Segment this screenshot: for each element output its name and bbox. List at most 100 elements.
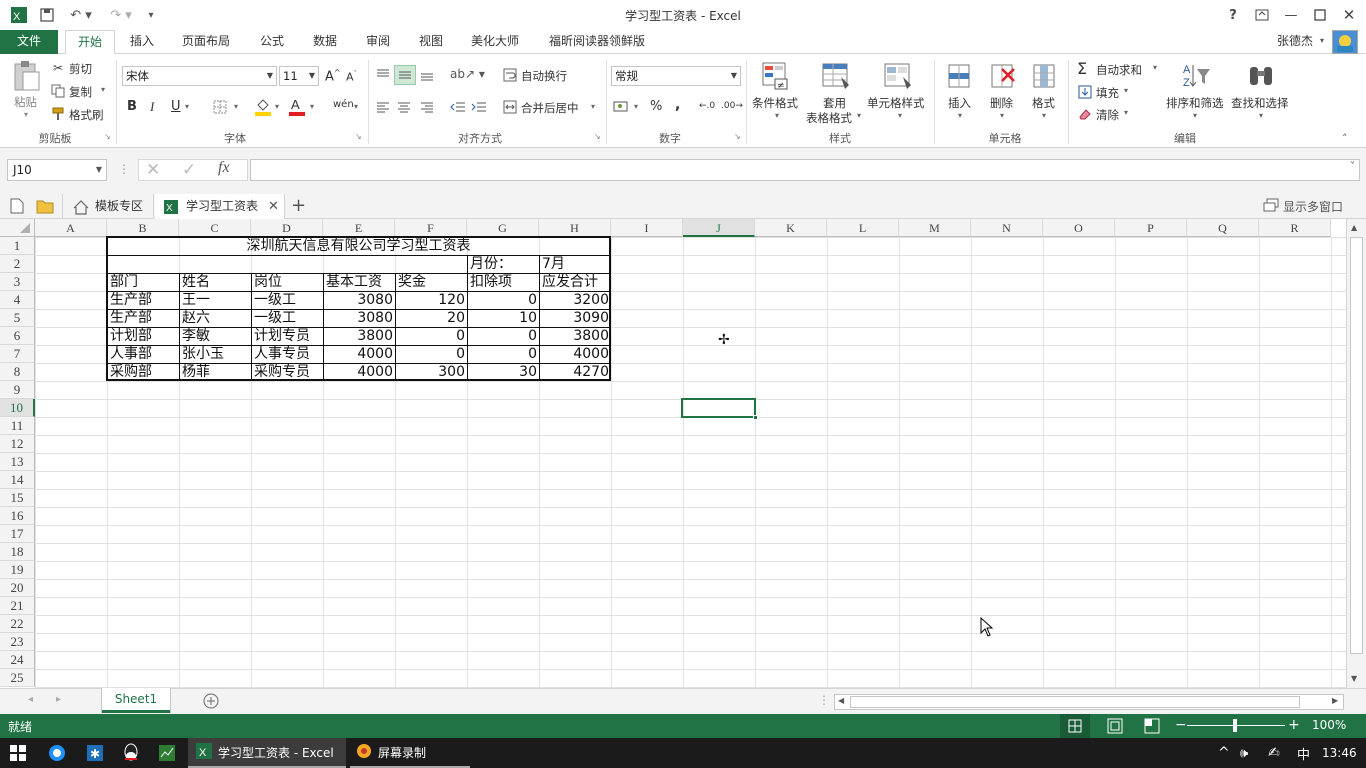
align-left-icon[interactable]: [375, 98, 391, 116]
row-header-25[interactable]: 25: [0, 669, 35, 687]
cell-styles-icon[interactable]: [882, 60, 914, 92]
align-bottom-icon[interactable]: [419, 66, 435, 84]
row-header-21[interactable]: 21: [0, 597, 35, 615]
column-header-e[interactable]: E: [323, 219, 395, 237]
fill-dropdown-icon[interactable]: ▾: [1124, 86, 1128, 95]
delete-cells-button[interactable]: 删除: [990, 95, 1013, 111]
row-header-6[interactable]: 6: [0, 327, 35, 345]
select-all-corner[interactable]: [0, 219, 35, 237]
borders-icon[interactable]: [212, 99, 228, 115]
row-header-20[interactable]: 20: [0, 579, 35, 597]
tab-view[interactable]: 视图: [411, 30, 451, 54]
next-sheet-icon[interactable]: ▸: [56, 694, 61, 705]
merge-center-button[interactable]: 合并后居中: [521, 100, 579, 116]
conditional-format-dropdown-icon[interactable]: ▾: [775, 111, 779, 120]
add-sheet-icon[interactable]: [203, 693, 219, 712]
tab-current-workbook[interactable]: X 学习型工资表 ✕: [155, 194, 285, 219]
accounting-dropdown-icon[interactable]: ▾: [634, 102, 638, 111]
row-header-2[interactable]: 2: [0, 255, 35, 273]
sort-filter-dropdown-icon[interactable]: ▾: [1193, 111, 1197, 120]
row-header-15[interactable]: 15: [0, 489, 35, 507]
fill-down-icon[interactable]: [1077, 84, 1093, 100]
align-middle-icon[interactable]: [394, 65, 416, 85]
phonetic-dropdown-icon[interactable]: ▾: [354, 102, 358, 111]
vertical-scroll-thumb[interactable]: [1350, 237, 1363, 654]
insert-cells-button[interactable]: 插入: [948, 95, 971, 111]
column-header-r[interactable]: R: [1259, 219, 1331, 237]
app-star-icon[interactable]: ✱: [86, 738, 104, 768]
row-header-11[interactable]: 11: [0, 417, 35, 435]
horizontal-scroll-thumb[interactable]: [850, 696, 1300, 708]
normal-view-icon[interactable]: [1060, 714, 1090, 738]
row-header-24[interactable]: 24: [0, 651, 35, 669]
column-header-b[interactable]: B: [107, 219, 179, 237]
qq-icon[interactable]: [122, 738, 140, 768]
minimize-button[interactable]: —: [1278, 4, 1304, 26]
fill-handle[interactable]: [753, 415, 758, 420]
accounting-format-icon[interactable]: [612, 98, 630, 116]
row-header-12[interactable]: 12: [0, 435, 35, 453]
scroll-right-icon[interactable]: ▶: [1332, 696, 1338, 705]
column-header-p[interactable]: P: [1115, 219, 1187, 237]
insert-cells-icon[interactable]: [944, 60, 976, 92]
cell-styles-button[interactable]: 单元格样式: [867, 95, 925, 111]
zoom-slider-thumb[interactable]: [1233, 719, 1237, 732]
vertical-scrollbar[interactable]: ▲ ▼: [1346, 219, 1366, 688]
format-painter-button[interactable]: 格式刷: [69, 107, 104, 123]
user-dropdown-icon[interactable]: ▾: [1320, 36, 1324, 45]
align-center-icon[interactable]: [396, 98, 412, 116]
merge-dropdown-icon[interactable]: ▾: [591, 102, 595, 111]
column-header-n[interactable]: N: [971, 219, 1043, 237]
tab-review[interactable]: 审阅: [358, 30, 398, 54]
confirm-entry-icon[interactable]: ✓: [182, 160, 196, 180]
sheetbar-splitter-icon[interactable]: ⋮: [818, 693, 830, 707]
new-tab-icon[interactable]: +: [291, 195, 306, 216]
column-header-m[interactable]: M: [899, 219, 971, 237]
alignment-launcher-icon[interactable]: ↘: [594, 132, 601, 141]
format-as-table-dropdown-icon[interactable]: ▾: [857, 111, 861, 120]
tab-foxit[interactable]: 福昕阅读器领鲜版: [540, 30, 654, 54]
grow-font-icon[interactable]: A^: [325, 68, 341, 84]
user-name[interactable]: 张德杰: [1270, 30, 1320, 54]
increase-decimal-icon[interactable]: ←.0: [699, 101, 715, 111]
orientation-icon[interactable]: ab↗ ▾: [450, 67, 485, 81]
column-header-q[interactable]: Q: [1187, 219, 1259, 237]
clipboard-launcher-icon[interactable]: ↘: [104, 132, 111, 141]
row-header-13[interactable]: 13: [0, 453, 35, 471]
tab-data[interactable]: 数据: [305, 30, 345, 54]
prev-sheet-icon[interactable]: ◂: [28, 694, 33, 705]
delete-cells-icon[interactable]: [987, 60, 1019, 92]
column-header-d[interactable]: D: [251, 219, 323, 237]
format-as-table-icon[interactable]: [820, 60, 852, 92]
sort-filter-icon[interactable]: AZ: [1180, 60, 1212, 92]
row-header-14[interactable]: 14: [0, 471, 35, 489]
taskbar-recorder-window[interactable]: 屏幕录制: [350, 738, 470, 768]
merge-center-icon[interactable]: [502, 98, 518, 116]
format-as-table-label-2[interactable]: 表格格式: [806, 110, 852, 126]
maximize-button[interactable]: [1307, 4, 1333, 26]
column-header-k[interactable]: K: [755, 219, 827, 237]
align-top-icon[interactable]: [375, 66, 391, 84]
paste-label[interactable]: 粘贴: [14, 94, 37, 110]
multi-window-button[interactable]: 显示多窗口: [1283, 198, 1343, 215]
multi-window-icon[interactable]: [1263, 198, 1279, 215]
row-header-5[interactable]: 5: [0, 309, 35, 327]
font-launcher-icon[interactable]: ↘: [355, 132, 362, 141]
wrap-text-button[interactable]: 自动换行: [521, 68, 567, 84]
font-size-select[interactable]: 11 ▼: [279, 66, 319, 86]
row-header-19[interactable]: 19: [0, 561, 35, 579]
tray-expand-icon[interactable]: ^: [1218, 738, 1230, 768]
format-dropdown-icon[interactable]: ▾: [1042, 111, 1046, 120]
column-header-i[interactable]: I: [611, 219, 683, 237]
fill-button[interactable]: 填充: [1096, 85, 1119, 101]
active-cell-selection[interactable]: [681, 398, 758, 420]
zoom-level[interactable]: 100%: [1312, 718, 1346, 732]
collapse-ribbon-icon[interactable]: ˄: [1342, 132, 1348, 145]
tab-template-zone[interactable]: 模板专区: [62, 194, 154, 219]
insert-function-icon[interactable]: fx: [218, 159, 230, 177]
conditional-format-icon[interactable]: ≠: [760, 60, 792, 92]
find-select-button[interactable]: 查找和选择: [1231, 95, 1289, 111]
scroll-down-icon[interactable]: ▼: [1351, 674, 1357, 683]
number-format-select[interactable]: 常规 ▼: [611, 66, 741, 86]
clear-button[interactable]: 清除: [1096, 107, 1119, 123]
